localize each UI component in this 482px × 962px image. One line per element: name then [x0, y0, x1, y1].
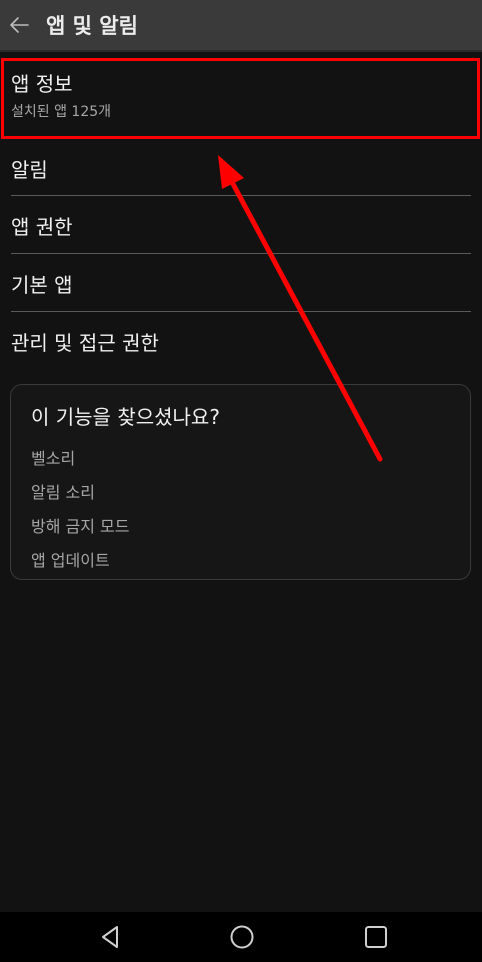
- suggestion-link-ringtone[interactable]: 벨소리: [31, 445, 75, 469]
- nav-home-button[interactable]: [222, 920, 262, 954]
- triangle-back-icon: [102, 926, 118, 948]
- menu-item-label: 관리 및 접근 권한: [11, 331, 159, 355]
- suggestion-link-do-not-disturb[interactable]: 방해 금지 모드: [31, 513, 130, 537]
- highlight-box: [1, 58, 480, 139]
- menu-item-notifications[interactable]: 알림: [0, 140, 482, 195]
- settings-screen: 앱 및 알림 앱 정보 설치된 앱 125개 알림 앱 권한 기본 앱 관리 및…: [0, 0, 482, 962]
- arrow-left-icon: [10, 17, 29, 33]
- menu-item-special-access[interactable]: 관리 및 접근 권한: [0, 312, 482, 370]
- suggestion-link-app-updates[interactable]: 앱 업데이트: [31, 547, 110, 571]
- page-title: 앱 및 알림: [46, 14, 138, 38]
- app-bar: 앱 및 알림: [0, 0, 482, 52]
- menu-item-app-permissions[interactable]: 앱 권한: [0, 196, 482, 253]
- square-recents-icon: [365, 926, 387, 948]
- nav-back-button[interactable]: [90, 920, 130, 954]
- menu-item-label: 알림: [11, 158, 48, 182]
- suggestions-card: 이 기능을 찾으셨나요? 벨소리 알림 소리 방해 금지 모드 앱 업데이트: [10, 384, 471, 580]
- circle-home-icon: [230, 925, 254, 949]
- system-nav-bar: [0, 912, 482, 962]
- menu-item-default-apps[interactable]: 기본 앱: [0, 254, 482, 311]
- nav-recents-button[interactable]: [356, 920, 396, 954]
- back-button[interactable]: [6, 10, 32, 40]
- suggestions-title: 이 기능을 찾으셨나요?: [31, 405, 220, 429]
- menu-item-label: 앱 권한: [11, 215, 73, 239]
- suggestion-link-notification-sound[interactable]: 알림 소리: [31, 479, 95, 503]
- menu-item-label: 기본 앱: [11, 273, 73, 297]
